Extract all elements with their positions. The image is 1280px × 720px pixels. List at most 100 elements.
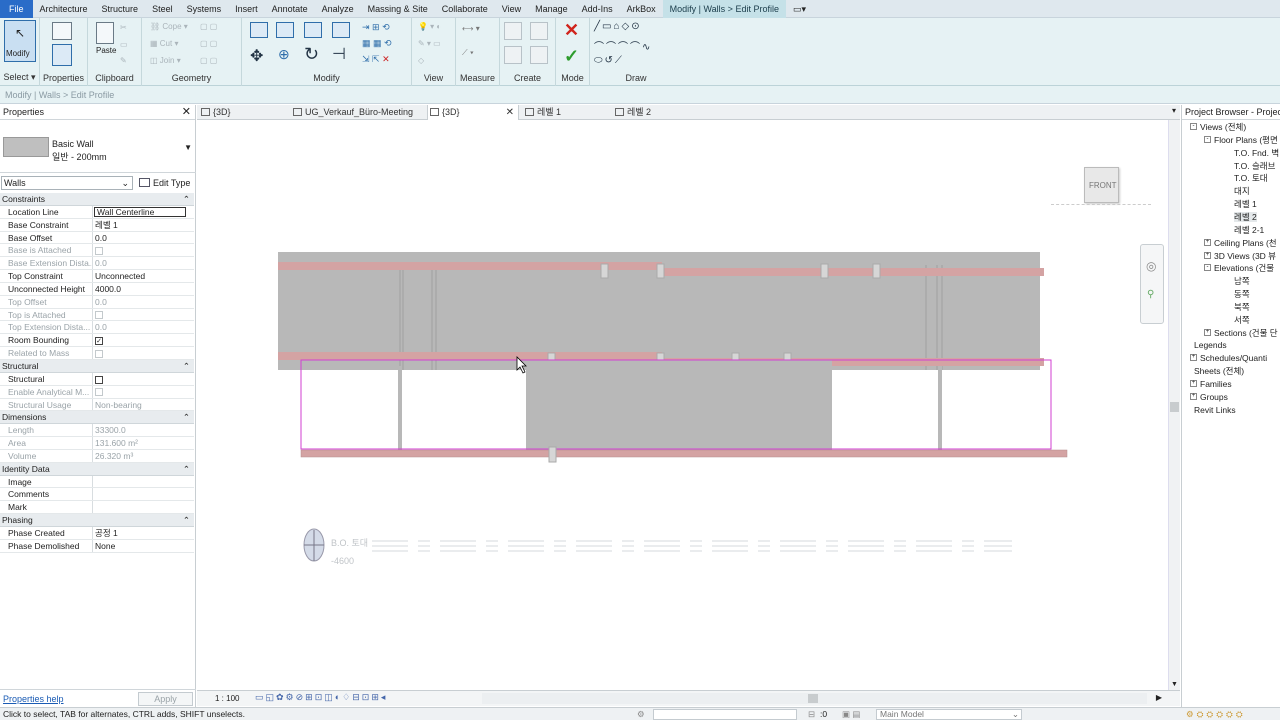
- checkbox[interactable]: ✓: [95, 337, 103, 346]
- property-value[interactable]: 공정 1: [93, 527, 194, 539]
- menu-tab-insert[interactable]: Insert: [228, 0, 265, 18]
- create-parts-icon[interactable]: [504, 46, 522, 64]
- menu-tab-file[interactable]: File: [0, 0, 33, 18]
- collapse-icon[interactable]: ⌃: [183, 514, 190, 526]
- array-icon[interactable]: ▦ ▦ ⟲: [362, 38, 392, 49]
- rotate-icon[interactable]: ↻: [304, 44, 319, 65]
- property-group-header[interactable]: Dimensions ⌃: [0, 411, 194, 425]
- menu-tab-massing-site[interactable]: Massing & Site: [361, 0, 435, 18]
- design-option-select[interactable]: Main Model ⌄: [876, 709, 1022, 720]
- collapse-icon[interactable]: -: [1204, 135, 1211, 143]
- expand-icon[interactable]: +: [1190, 392, 1197, 400]
- trim-extend-icon[interactable]: ⊣: [332, 44, 346, 64]
- property-value[interactable]: 4000.0: [93, 283, 194, 295]
- copy-icon[interactable]: ▭: [120, 40, 128, 49]
- collapse-icon[interactable]: ⌃: [183, 360, 190, 372]
- editable-only-icon[interactable]: ▣ ▤: [842, 708, 860, 720]
- property-value[interactable]: [93, 501, 194, 513]
- browser-node[interactable]: T.O. 토대: [1234, 172, 1268, 184]
- match-properties-icon[interactable]: ✎: [120, 56, 127, 65]
- beam-mid-left[interactable]: [278, 352, 662, 360]
- menu-tab-architecture[interactable]: Architecture: [33, 0, 95, 18]
- steering-wheel-icon[interactable]: ◎: [1146, 259, 1156, 273]
- move-icon[interactable]: ✥: [250, 46, 263, 66]
- modify-button[interactable]: ↖ Modify: [4, 20, 36, 62]
- browser-node[interactable]: T.O. Fnd. 벽: [1234, 147, 1279, 159]
- draw-line-icons[interactable]: ╱▭⌂◇⊙: [594, 21, 642, 32]
- menu-tab-modify-walls-edit-profile[interactable]: Modify | Walls > Edit Profile: [662, 0, 786, 18]
- design-option-icon[interactable]: ⊟: [808, 708, 815, 720]
- property-group-header[interactable]: Identity Data ⌃: [0, 462, 194, 476]
- cancel-edit-icon[interactable]: ✕: [564, 20, 579, 41]
- select-dropdown[interactable]: Select ▾: [0, 72, 39, 83]
- property-value[interactable]: ✓: [93, 334, 194, 346]
- offset-icon[interactable]: [276, 22, 294, 38]
- property-value[interactable]: None: [93, 540, 194, 552]
- type-properties-icon[interactable]: [52, 22, 72, 40]
- expand-icon[interactable]: +: [1204, 251, 1211, 259]
- browser-node[interactable]: 대지: [1234, 185, 1250, 197]
- chevron-down-icon[interactable]: ▼: [184, 143, 192, 152]
- menu-tab-structure[interactable]: Structure: [95, 0, 146, 18]
- menu-tab-arkbox[interactable]: ArkBox: [620, 0, 663, 18]
- create-similar-icon[interactable]: [530, 46, 548, 64]
- measure-icon[interactable]: ⟷ ▾: [462, 24, 480, 33]
- menu-tab-systems[interactable]: Systems: [180, 0, 229, 18]
- browser-node[interactable]: Legends: [1194, 339, 1227, 351]
- viewcube[interactable]: FRONT: [1084, 167, 1119, 203]
- expand-icon[interactable]: +: [1190, 380, 1197, 387]
- collapse-icon[interactable]: ⌃: [183, 463, 190, 475]
- split-icon[interactable]: ⇥ ⊞ ⟲: [362, 22, 390, 33]
- property-value[interactable]: Wall Centerline: [94, 206, 186, 217]
- drawing-canvas[interactable]: B.O. 토대 -4600 FRONT ◎ ⚲ ▼: [197, 120, 1180, 690]
- cut-button[interactable]: ▦ Cut ▾: [150, 39, 178, 48]
- browser-node[interactable]: - Elevations (건물: [1204, 262, 1274, 274]
- browser-node[interactable]: + Groups: [1190, 391, 1228, 403]
- tab-3d-view[interactable]: {3D}: [199, 105, 295, 120]
- cut-clip-icon[interactable]: ✂: [120, 23, 127, 32]
- scrollbar-thumb[interactable]: [1170, 402, 1179, 412]
- scale-icon[interactable]: ⇲ ⇱ ✕: [362, 54, 390, 65]
- vertical-scrollbar[interactable]: ▼: [1168, 120, 1180, 690]
- browser-node[interactable]: 남쪽: [1234, 275, 1250, 287]
- menu-tab-manage[interactable]: Manage: [528, 0, 575, 18]
- geometry-tool-icon[interactable]: ▢ ▢: [200, 22, 217, 31]
- edit-type-button[interactable]: Edit Type: [137, 176, 194, 190]
- apply-button[interactable]: Apply: [138, 692, 193, 706]
- mirror-axis-icon[interactable]: [304, 22, 322, 38]
- menu-tab-analyze[interactable]: Analyze: [315, 0, 361, 18]
- join-button[interactable]: ◫ Join ▾: [150, 56, 181, 65]
- property-value[interactable]: Unconnected: [93, 270, 194, 282]
- geometry-tool-icon[interactable]: ▢ ▢: [200, 56, 217, 65]
- browser-node[interactable]: + Ceiling Plans (천: [1204, 237, 1277, 249]
- zoom-icon[interactable]: ⚲: [1147, 289, 1154, 300]
- override-icon[interactable]: ✎ ▾ ▭: [418, 39, 441, 48]
- expand-icon[interactable]: +: [1204, 328, 1211, 336]
- tab-level-2[interactable]: 레벨 2: [613, 105, 701, 120]
- browser-node[interactable]: + Families: [1190, 378, 1232, 390]
- property-group-header[interactable]: Constraints ⌃: [0, 193, 194, 206]
- browser-node[interactable]: 레벨 2: [1234, 211, 1257, 223]
- checkbox[interactable]: [95, 375, 103, 384]
- tab-3d-view-active[interactable]: {3D} ✕: [427, 105, 519, 120]
- type-selector[interactable]: Basic Wall 일반 - 200mm ▼: [0, 121, 196, 173]
- browser-node[interactable]: - Floor Plans (평면: [1204, 134, 1278, 146]
- property-group-header[interactable]: Structural ⌃: [0, 359, 194, 373]
- horizontal-scrollbar[interactable]: [482, 693, 1147, 704]
- properties-help-link[interactable]: Properties help: [3, 694, 64, 704]
- paste-button[interactable]: Paste: [96, 46, 116, 55]
- tab-level-1[interactable]: 레벨 1: [523, 105, 611, 120]
- draw-arc-icons[interactable]: ⌒⌒⌒⌒∿: [594, 38, 652, 53]
- workset-select[interactable]: [653, 709, 797, 720]
- collapse-icon[interactable]: -: [1204, 264, 1211, 272]
- cope-button[interactable]: ⛓ Cope ▾: [150, 22, 188, 31]
- property-value[interactable]: 0.0: [93, 232, 194, 244]
- property-group-header[interactable]: Phasing ⌃: [0, 514, 194, 527]
- geometry-tool-icon[interactable]: ▢ ▢: [200, 39, 217, 48]
- draw-pick-icons[interactable]: ⬭↺⟋: [594, 55, 624, 66]
- browser-node[interactable]: Revit Links: [1194, 404, 1236, 416]
- browser-node[interactable]: Sheets (전체): [1194, 365, 1244, 377]
- selection-filter-icons[interactable]: ⚙⛭⛭⛭⛭⛭: [1186, 708, 1246, 720]
- quick-access-dropdown-icon[interactable]: ▭▾: [786, 0, 813, 18]
- beam-bottom[interactable]: [300, 449, 1068, 458]
